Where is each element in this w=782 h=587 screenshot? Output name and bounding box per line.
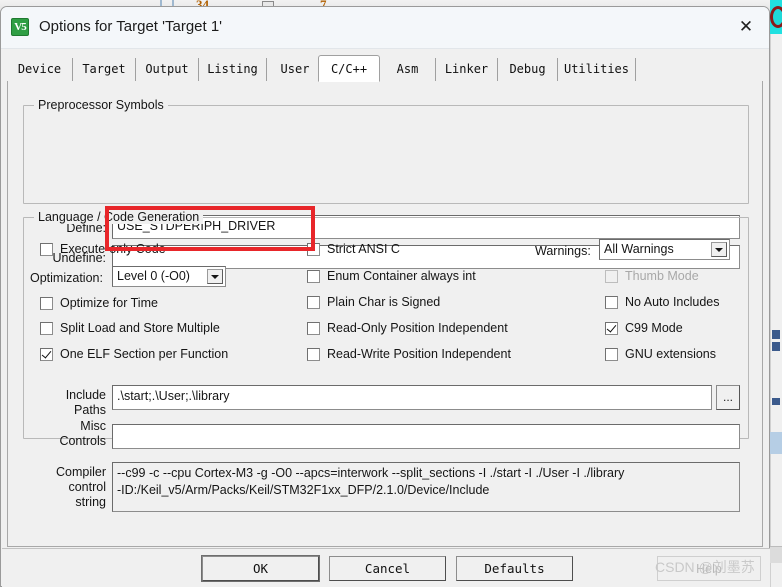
preprocessor-symbols-label: Preprocessor Symbols — [34, 98, 168, 112]
checkbox-label: Optimize for Time — [60, 296, 158, 310]
checkbox-label: Plain Char is Signed — [327, 295, 441, 309]
checkbox-box — [307, 347, 320, 361]
dialog-titlebar: V5 Options for Target 'Target 1' ✕ — [1, 7, 769, 49]
checkbox-box — [307, 295, 320, 309]
checkbox-plain-char-is-signed[interactable]: Plain Char is Signed — [307, 295, 440, 309]
checkbox-box — [605, 347, 618, 361]
optimization-label: Optimization: — [30, 271, 103, 285]
checkbox-execute-only-code[interactable]: Execute-only Code — [40, 242, 166, 256]
checkbox-label: One ELF Section per Function — [60, 347, 229, 361]
tab-listing[interactable]: Listing — [199, 58, 267, 81]
checkbox-label: Split Load and Store Multiple — [60, 321, 220, 335]
tab-debug[interactable]: Debug — [498, 58, 558, 81]
preprocessor-symbols-group: Preprocessor Symbols — [23, 98, 749, 204]
tab-bar: Device Target Output Listing User C/C++ … — [7, 55, 763, 82]
checkbox-box — [307, 269, 320, 283]
tab-user[interactable]: User — [267, 58, 324, 81]
chevron-down-icon[interactable] — [711, 242, 727, 257]
background-file-icon — [772, 398, 780, 405]
background-selection — [770, 432, 782, 454]
checkbox-label: Read-Write Position Independent — [327, 347, 511, 361]
optimization-select[interactable]: Level 0 (-O0) — [112, 266, 226, 287]
tab-c-cpp[interactable]: C/C++ — [318, 55, 380, 82]
include-paths-label-line1: Include — [65, 388, 106, 402]
checkbox-label: Execute-only Code — [60, 242, 166, 256]
background-right-panel — [770, 0, 782, 587]
compiler-control-string-output: --c99 -c --cpu Cortex-M3 -g -O0 --apcs=i… — [112, 462, 740, 512]
tab-utilities[interactable]: Utilities — [558, 58, 636, 81]
tab-target[interactable]: Target — [73, 58, 136, 81]
language-code-generation-label: Language / Code Generation — [34, 210, 204, 224]
checkbox-label: Enum Container always int — [327, 269, 476, 283]
checkbox-c99-mode[interactable]: C99 Mode — [605, 321, 683, 335]
c-cpp-tab-page: Preprocessor Symbols Define: USE_STDPERI… — [7, 81, 763, 547]
checkbox-box — [40, 321, 53, 335]
checkbox-box — [307, 242, 320, 256]
options-dialog: V5 Options for Target 'Target 1' ✕ Devic… — [0, 6, 770, 587]
keil-uvision5-icon: V5 — [11, 18, 29, 36]
checkbox-box — [307, 321, 320, 335]
tab-device[interactable]: Device — [7, 58, 73, 81]
background-tabstrip — [770, 546, 782, 563]
help-button[interactable]: Help — [657, 556, 761, 581]
checkbox-split-load-and-store-multiple[interactable]: Split Load and Store Multiple — [40, 321, 220, 335]
background-file-icon — [772, 330, 780, 339]
include-paths-label-line2: Paths — [74, 403, 106, 417]
checkbox-box — [605, 269, 618, 283]
ok-button[interactable]: OK — [202, 556, 319, 581]
tab-linker[interactable]: Linker — [436, 58, 498, 81]
checkbox-enum-container-always-int[interactable]: Enum Container always int — [307, 269, 476, 283]
checkbox-box — [605, 295, 618, 309]
checkbox-label: GNU extensions — [625, 347, 717, 361]
checkbox-label: Read-Only Position Independent — [327, 321, 508, 335]
compiler-control-string-label-line1: Compiler — [55, 465, 106, 479]
checkbox-gnu-extensions[interactable]: GNU extensions — [605, 347, 716, 361]
background-file-icon — [772, 342, 780, 351]
compiler-control-string-label-line2: control — [68, 480, 106, 494]
checkbox-no-auto-includes[interactable]: No Auto Includes — [605, 295, 720, 309]
checkbox-box — [605, 321, 618, 335]
tab-asm[interactable]: Asm — [380, 58, 436, 81]
checkbox-thumb-mode: Thumb Mode — [605, 269, 699, 283]
screen: 34 7 V5 Options for Target 'Target 1' ✕ … — [0, 0, 782, 587]
checkbox-label: No Auto Includes — [625, 295, 720, 309]
checkbox-strict-ansi-c[interactable]: Strict ANSI C — [307, 242, 400, 256]
include-paths-input[interactable]: .\start;.\User;.\library — [112, 385, 712, 410]
dialog-title: Options for Target 'Target 1' — [39, 18, 223, 35]
misc-controls-input[interactable] — [112, 424, 740, 449]
cancel-button[interactable]: Cancel — [329, 556, 446, 581]
misc-controls-label-line1: Misc — [80, 419, 106, 433]
warnings-select[interactable]: All Warnings — [599, 239, 730, 260]
checkbox-label: C99 Mode — [625, 321, 683, 335]
checkbox-read-write-position-independent[interactable]: Read-Write Position Independent — [307, 347, 511, 361]
checkbox-read-only-position-independent[interactable]: Read-Only Position Independent — [307, 321, 508, 335]
checkbox-label: Thumb Mode — [625, 269, 699, 283]
dialog-button-bar: OK Cancel Defaults Help — [2, 548, 770, 587]
checkbox-one-elf-section-per-function[interactable]: One ELF Section per Function — [40, 347, 228, 361]
close-icon[interactable]: ✕ — [723, 7, 769, 47]
include-paths-browse-button[interactable]: ... — [716, 385, 740, 410]
checkbox-box — [40, 347, 53, 361]
defaults-button[interactable]: Defaults — [456, 556, 573, 581]
warnings-value: All Warnings — [604, 242, 674, 256]
compiler-control-string-label-line3: string — [75, 495, 106, 509]
misc-controls-label-line2: Controls — [59, 434, 106, 448]
optimization-value: Level 0 (-O0) — [117, 269, 190, 283]
chevron-down-icon[interactable] — [207, 269, 223, 284]
tab-output[interactable]: Output — [136, 58, 199, 81]
warnings-label: Warnings: — [535, 244, 591, 258]
checkbox-box — [40, 242, 53, 256]
background-ring-icon — [770, 6, 782, 28]
checkbox-label: Strict ANSI C — [327, 242, 400, 256]
checkbox-optimize-for-time[interactable]: Optimize for Time — [40, 296, 158, 310]
checkbox-box — [40, 296, 53, 310]
